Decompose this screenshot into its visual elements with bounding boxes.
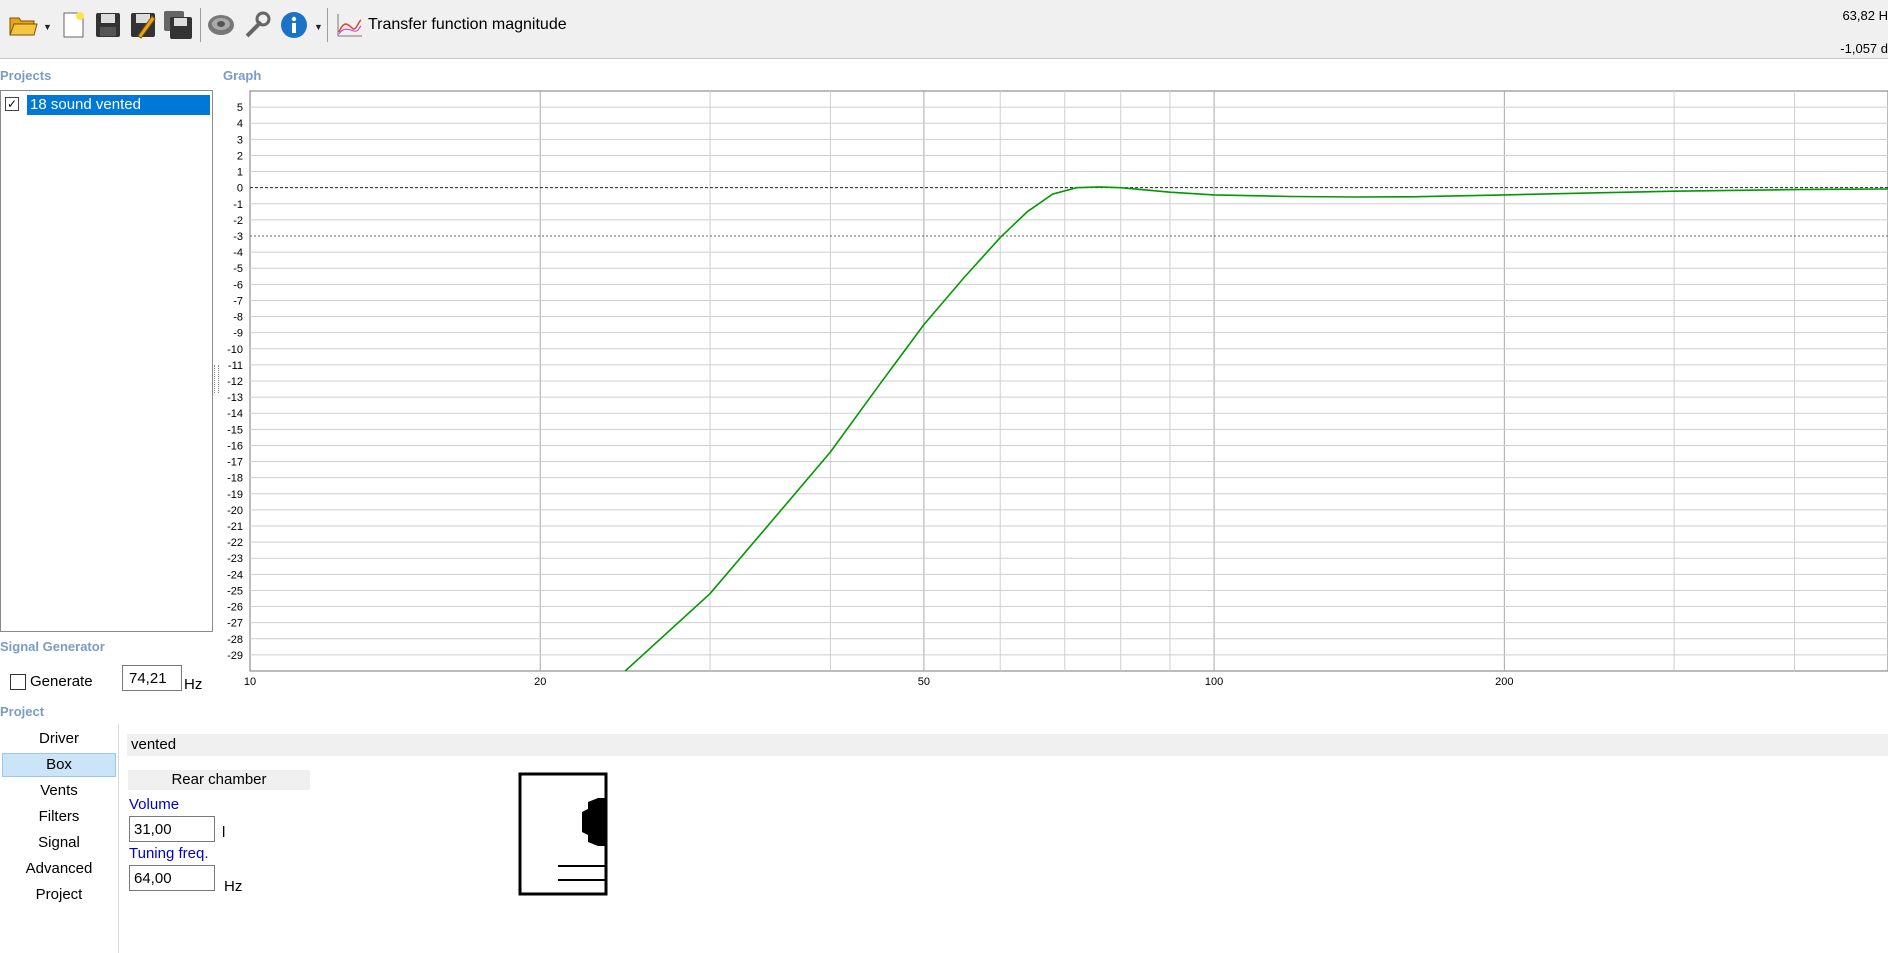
driver-speaker-icon[interactable] (206, 10, 236, 40)
tab-vents[interactable]: Vents (2, 779, 116, 803)
x-tick-label: 20 (534, 676, 546, 688)
transfer-function-chart[interactable]: 543210-1-2-3-4-5-6-7-8-9-10-11-12-13-14-… (218, 88, 1888, 703)
tab-driver[interactable]: Driver (2, 727, 116, 751)
y-tick-label: 1 (237, 167, 243, 179)
tuning-frequency-unit: Hz (224, 878, 243, 895)
open-folder-icon[interactable] (8, 10, 38, 40)
volume-unit: l (222, 824, 226, 841)
chart-view-icon[interactable] (334, 10, 364, 40)
y-tick-label: -10 (227, 344, 243, 356)
y-tick-label: -1 (233, 199, 243, 211)
y-tick-label: -26 (227, 602, 243, 614)
save-as-icon[interactable] (128, 10, 158, 40)
x-tick-label: 100 (1205, 676, 1223, 688)
y-tick-label: -22 (227, 537, 243, 549)
x-tick-label: 50 (918, 676, 930, 688)
cursor-level-readout: -1,057 d (1840, 41, 1888, 56)
y-tick-label: -3 (233, 231, 243, 243)
y-tick-label: -23 (227, 553, 243, 565)
vented-box-diagram (518, 772, 608, 896)
y-tick-label: -17 (227, 457, 243, 469)
y-tick-label: -8 (233, 312, 243, 324)
project-item[interactable]: ✓ 18 sound vented (5, 95, 210, 115)
tuning-frequency-input[interactable] (129, 865, 215, 891)
new-file-icon[interactable] (58, 10, 88, 40)
box-settings-panel: vented Rear chamber Volume l Tuning freq… (119, 724, 1888, 953)
y-tick-label: -21 (227, 521, 243, 533)
tuning-frequency-label: Tuning freq. (129, 845, 209, 862)
project-checkbox[interactable]: ✓ (5, 97, 19, 111)
tab-signal[interactable]: Signal (2, 831, 116, 855)
box-type-selector[interactable]: vented (127, 734, 1888, 756)
y-tick-label: -12 (227, 376, 243, 388)
volume-input[interactable] (129, 816, 215, 842)
y-tick-label: -19 (227, 489, 243, 501)
tab-project[interactable]: Project (2, 883, 116, 907)
info-icon[interactable] (279, 10, 309, 40)
project-section-label: Project (0, 704, 45, 719)
y-tick-label: -28 (227, 634, 243, 646)
project-tabs: Driver Box Vents Filters Signal Advanced… (0, 724, 119, 953)
y-tick-label: -13 (227, 392, 243, 404)
x-tick-label: 10 (244, 676, 256, 688)
main-toolbar: ▼ ▼ Transfer function magnitude 63,82 H … (0, 0, 1888, 59)
y-tick-label: -24 (227, 569, 243, 581)
tab-filters[interactable]: Filters (2, 805, 116, 829)
y-tick-label: -29 (227, 650, 243, 662)
y-tick-label: -15 (227, 424, 243, 436)
y-tick-label: -14 (227, 408, 243, 420)
view-title[interactable]: Transfer function magnitude (368, 16, 567, 34)
y-tick-label: -7 (233, 295, 243, 307)
cursor-frequency-readout: 63,82 H (1842, 8, 1888, 23)
y-tick-label: -6 (233, 279, 243, 291)
tab-advanced[interactable]: Advanced (2, 857, 116, 881)
x-tick-label: 200 (1495, 676, 1513, 688)
y-tick-label: -20 (227, 505, 243, 517)
toolbar-separator (327, 8, 328, 42)
y-tick-label: -5 (233, 263, 243, 275)
info-dropdown-icon[interactable]: ▼ (314, 22, 323, 32)
y-tick-label: 4 (237, 118, 243, 130)
tab-box[interactable]: Box (2, 753, 116, 777)
projects-list[interactable]: ✓ 18 sound vented (0, 90, 213, 632)
y-tick-label: 3 (237, 134, 243, 146)
signal-generator-label: Signal Generator (0, 639, 105, 654)
volume-label: Volume (129, 796, 180, 813)
y-tick-label: 5 (237, 102, 243, 114)
projects-label: Projects (0, 68, 52, 83)
y-tick-label: -16 (227, 440, 243, 452)
y-tick-label: -2 (233, 215, 243, 227)
y-tick-label: -18 (227, 473, 243, 485)
y-tick-label: -27 (227, 618, 243, 630)
y-tick-label: -25 (227, 585, 243, 597)
y-tick-label: 2 (237, 150, 243, 162)
settings-wrench-icon[interactable] (242, 10, 272, 40)
save-icon[interactable] (93, 10, 123, 40)
generator-frequency-unit: Hz (184, 676, 203, 693)
open-dropdown-icon[interactable]: ▼ (43, 22, 52, 32)
project-name[interactable]: 18 sound vented (27, 95, 210, 115)
y-tick-label: -11 (228, 360, 243, 372)
y-tick-label: 0 (237, 183, 243, 195)
save-all-icon[interactable] (163, 10, 193, 40)
rear-chamber-header: Rear chamber (128, 770, 310, 790)
y-tick-label: -9 (233, 328, 243, 340)
generate-label[interactable]: Generate (30, 673, 93, 690)
graph-label: Graph (223, 68, 262, 83)
generate-checkbox[interactable] (10, 674, 26, 690)
toolbar-separator (200, 8, 201, 42)
generator-frequency-input[interactable] (122, 665, 182, 691)
y-tick-label: -4 (233, 247, 243, 259)
